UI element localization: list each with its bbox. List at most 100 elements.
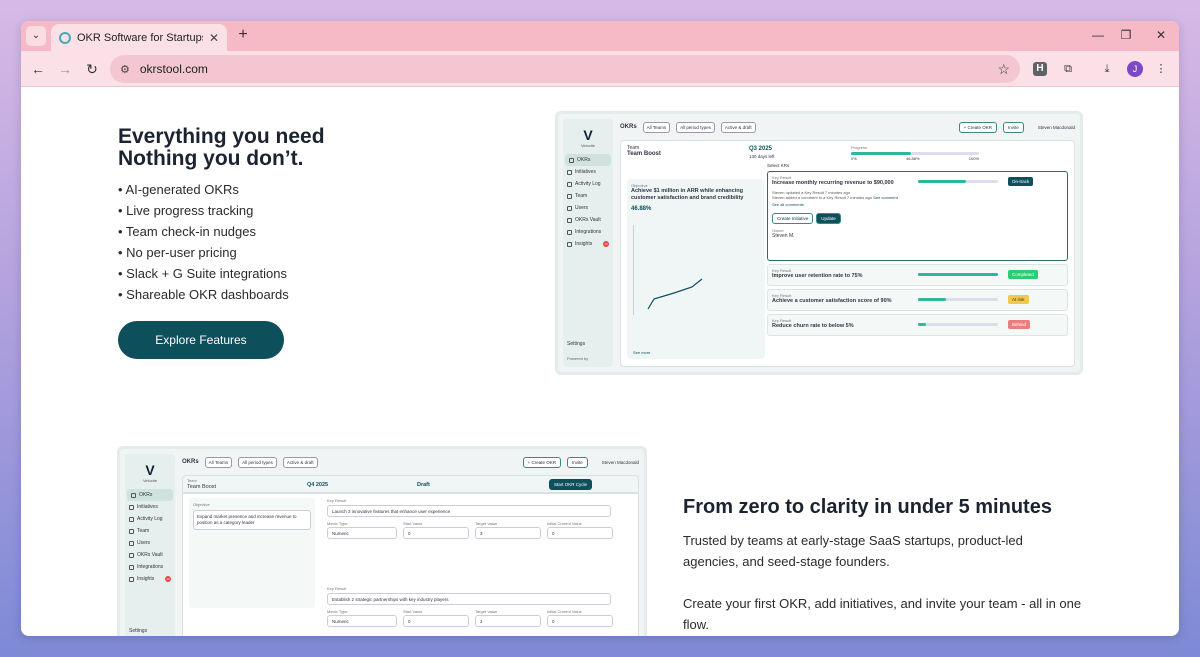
- new-tab-icon[interactable]: +: [234, 26, 252, 44]
- start-value-input: 0: [403, 615, 469, 627]
- objective-pct: 46.88%: [631, 206, 652, 212]
- tab-bar: ⌄ OKR Software for Startups and ✕ + — ❐ …: [21, 21, 1179, 51]
- close-tab-icon[interactable]: ✕: [209, 31, 219, 45]
- metric-type-select: Numeric: [327, 527, 397, 539]
- see-more-link: See more: [633, 350, 651, 355]
- close-window-icon[interactable]: ✕: [1153, 28, 1169, 42]
- objective-label: Objective: [193, 502, 210, 507]
- feature-item: • Slack + G Suite integrations: [118, 266, 287, 281]
- feature-item: • Team check-in nudges: [118, 224, 256, 239]
- restore-icon[interactable]: ❐: [1118, 28, 1134, 42]
- explore-features-button[interactable]: Explore Features: [118, 321, 284, 359]
- activity-icon: [567, 181, 572, 187]
- address-bar[interactable]: ⚙ okrstool.com ☆: [110, 55, 1020, 83]
- sidebar-label: Activity Log: [575, 181, 601, 187]
- site-info-icon[interactable]: ⚙: [120, 63, 130, 76]
- owner-name: Steven M.: [772, 233, 795, 239]
- page-content: Everything you need Nothing you don’t. •…: [21, 87, 1179, 636]
- app-screenshot-dashboard: V Velocite OKRs Initiatives Activity Log…: [555, 111, 1083, 375]
- app-brand: OKRs: [620, 124, 637, 130]
- download-icon[interactable]: ⤓: [1098, 60, 1116, 78]
- sidebar-item-okrs: OKRs: [127, 489, 173, 501]
- extensions-puzzle-icon[interactable]: ⧉: [1059, 60, 1077, 78]
- kr-progress-fill: [918, 298, 946, 301]
- create-initiative-button: Create Initiative: [772, 213, 814, 224]
- back-icon[interactable]: ←: [29, 60, 47, 78]
- url-text[interactable]: okrstool.com: [140, 62, 988, 76]
- feature-item: • No per-user pricing: [118, 245, 237, 260]
- invite-button: Invite: [566, 456, 588, 468]
- key-result-card: Key Result Increase monthly recurring re…: [767, 171, 1068, 261]
- metric-type-label: Metric Type: [327, 609, 348, 614]
- initial-value-label: Initial Current Value: [547, 521, 582, 526]
- insights-icon: [129, 576, 134, 582]
- reload-icon[interactable]: ↻: [83, 60, 101, 78]
- navigation-bar: ← → ↻ ⚙ okrstool.com ☆ H ⧉ ⤓ J ⋮: [21, 51, 1179, 87]
- insights-badge: 10: [603, 241, 609, 247]
- site-favicon-icon: [59, 31, 71, 44]
- section-paragraph: Trusted by teams at early-stage SaaS sta…: [683, 533, 1023, 569]
- menu-kebab-icon[interactable]: ⋮: [1152, 60, 1170, 78]
- initiatives-icon: [567, 169, 572, 175]
- minimize-icon[interactable]: —: [1090, 28, 1106, 42]
- invite-button: Invite: [1002, 121, 1024, 133]
- users-icon: [567, 205, 572, 211]
- progress-line: [647, 278, 703, 310]
- target-value-input: 3: [475, 527, 541, 539]
- app-sidebar: V Velocite OKRs Initiatives Activity Log…: [125, 454, 175, 636]
- kr-input: Launch 3 innovative features that enhanc…: [327, 505, 611, 517]
- app-logo: V: [583, 127, 593, 143]
- create-okr-button: + Create OKR: [522, 456, 561, 468]
- objective-input: Expand market presence and increase reve…: [193, 510, 311, 530]
- profile-avatar[interactable]: J: [1127, 61, 1143, 77]
- update-button: Update: [816, 213, 841, 224]
- okrs-icon: [569, 157, 574, 163]
- kr-status-badge: On-track: [1008, 177, 1034, 186]
- app-logo-sub: Velocite: [580, 143, 595, 148]
- feature-item: • Live progress tracking: [118, 203, 254, 218]
- objective-card: Objective Expand market presence and inc…: [189, 498, 315, 608]
- app-screenshot-draft: V Velocite OKRs Initiatives Activity Log…: [117, 446, 647, 636]
- hero-title-line1: Everything you need: [118, 125, 325, 148]
- section-title: From zero to clarity in under 5 minutes: [683, 496, 1052, 518]
- objective-card: Objective Achieve $1 million in ARR whil…: [627, 179, 765, 359]
- tab-title: OKR Software for Startups and: [77, 31, 203, 44]
- forward-icon[interactable]: →: [56, 60, 74, 78]
- key-result-card: Key Result Achieve a customer satisfacti…: [767, 289, 1068, 311]
- kr-update-text: Steven added a comment to a Key Result 7…: [772, 195, 873, 200]
- state-filter: Active & draft: [282, 456, 318, 468]
- objective-text: Achieve $1 million in ARR while enhancin…: [631, 188, 744, 201]
- sidebar-label: Insights: [137, 576, 155, 582]
- kr-progress-bar: [918, 298, 998, 301]
- kr-progress-fill: [918, 273, 998, 276]
- sidebar-label: Initiatives: [137, 504, 158, 510]
- tab-search-icon[interactable]: ⌄: [26, 26, 46, 46]
- key-result-card: Key Result Reduce churn rate to below 5%…: [767, 314, 1068, 336]
- initial-value-input: 0: [547, 527, 613, 539]
- sidebar-item-users: Users: [563, 202, 613, 214]
- period-filter: All period types: [676, 121, 715, 133]
- kr-progress-bar: [918, 180, 998, 183]
- kr-progress-fill: [918, 180, 966, 183]
- start-value-label: Start Value: [403, 609, 423, 614]
- feature-list: • AI-generated OKRs • Live progress trac…: [118, 179, 289, 305]
- teams-filter: All Teams: [642, 121, 671, 133]
- kr-update: Steven added a comment to a Key Result 7…: [772, 195, 1063, 200]
- sidebar-label: OKRs Vault: [575, 217, 601, 223]
- target-value-label: Target Value: [475, 609, 498, 614]
- sidebar-label: Users: [575, 205, 589, 211]
- sidebar-item-insights: Insights 10: [563, 238, 613, 250]
- sidebar-label: Insights: [575, 241, 593, 247]
- integrations-icon: [567, 229, 572, 235]
- kr-input: Establish 2 strategic partnerships with …: [327, 593, 611, 605]
- progress-bar: [851, 152, 979, 155]
- app-toolbar: OKRs All Teams All period types Active &…: [182, 454, 639, 470]
- section-paragraph: Create your first OKR, add initiatives, …: [683, 596, 1082, 632]
- kr-label: Key Result: [327, 586, 347, 591]
- hero-title: Everything you need Nothing you don’t.: [118, 126, 325, 170]
- browser-tab[interactable]: OKR Software for Startups and ✕: [51, 24, 227, 51]
- team-icon: [567, 193, 572, 199]
- create-okr-button: + Create OKR: [958, 121, 997, 133]
- bookmark-star-icon[interactable]: ☆: [997, 61, 1010, 78]
- extension-h-icon[interactable]: H: [1033, 62, 1047, 76]
